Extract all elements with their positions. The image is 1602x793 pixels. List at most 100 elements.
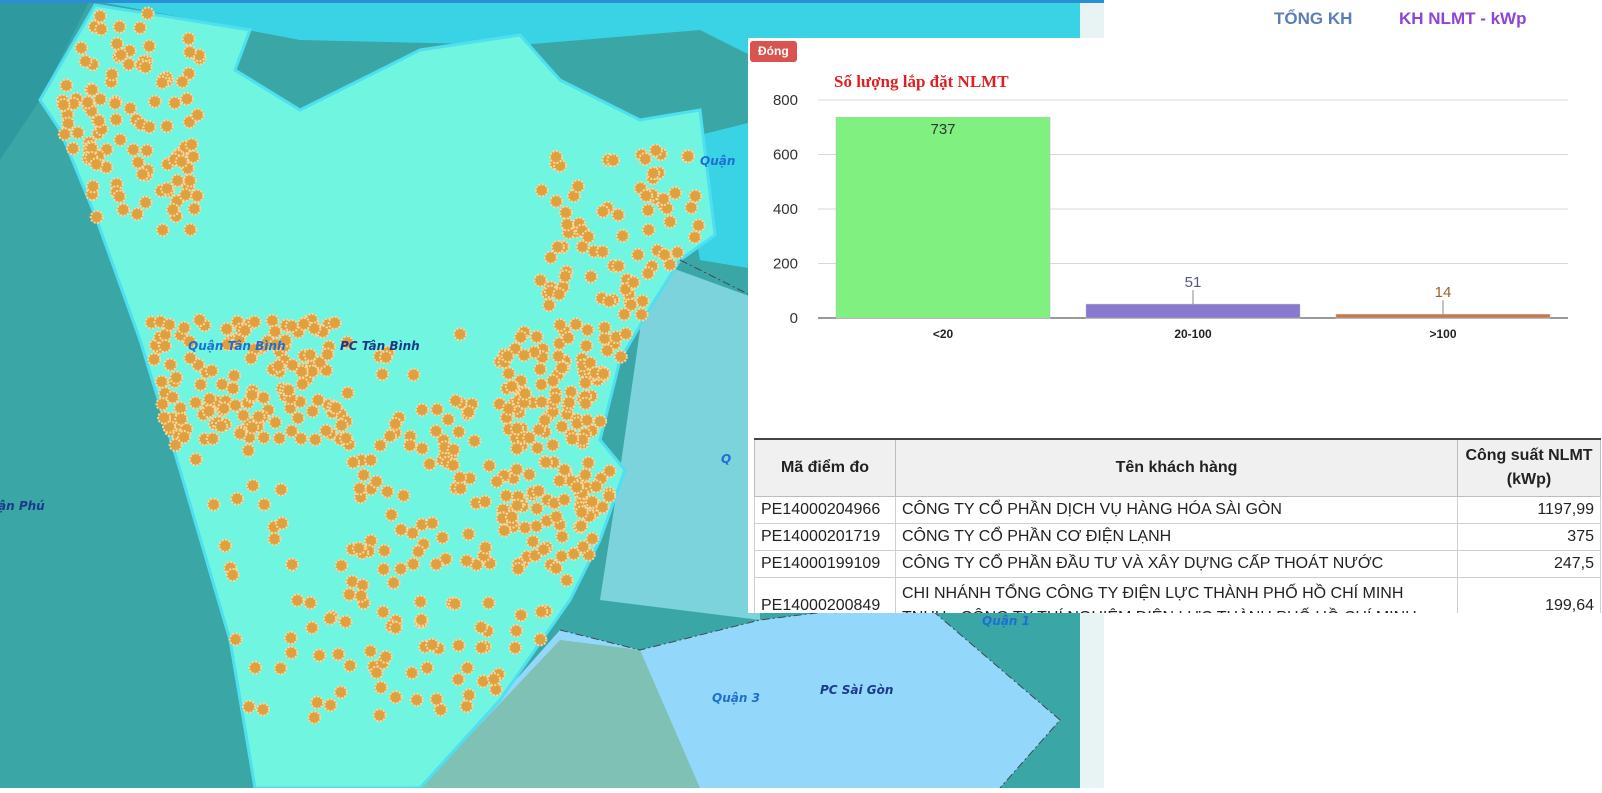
solar-marker-icon[interactable]: [157, 410, 172, 425]
solar-marker-icon[interactable]: [112, 189, 127, 204]
solar-marker-icon[interactable]: [109, 112, 124, 127]
solar-marker-icon[interactable]: [327, 315, 342, 330]
solar-marker-icon[interactable]: [522, 467, 537, 482]
solar-marker-icon[interactable]: [634, 307, 649, 322]
solar-marker-icon[interactable]: [308, 432, 323, 447]
solar-marker-icon[interactable]: [657, 247, 672, 262]
solar-marker-icon[interactable]: [514, 608, 528, 623]
solar-marker-icon[interactable]: [406, 367, 421, 382]
solar-marker-icon[interactable]: [274, 482, 289, 497]
solar-marker-icon[interactable]: [425, 516, 440, 531]
solar-marker-icon[interactable]: [70, 125, 85, 140]
solar-marker-icon[interactable]: [323, 611, 337, 626]
solar-marker-icon[interactable]: [284, 645, 299, 660]
solar-marker-icon[interactable]: [331, 647, 346, 662]
solar-marker-icon[interactable]: [561, 330, 576, 345]
bar-20-100[interactable]: [1085, 303, 1301, 319]
solar-marker-icon[interactable]: [190, 188, 205, 203]
solar-marker-icon[interactable]: [534, 395, 549, 409]
solar-marker-icon[interactable]: [600, 343, 615, 358]
solar-marker-icon[interactable]: [478, 540, 493, 555]
solar-marker-icon[interactable]: [550, 240, 565, 254]
solar-marker-icon[interactable]: [411, 544, 426, 559]
solar-marker-icon[interactable]: [522, 430, 537, 445]
solar-marker-icon[interactable]: [177, 430, 191, 444]
solar-marker-icon[interactable]: [162, 317, 177, 332]
solar-marker-icon[interactable]: [190, 107, 205, 122]
solar-marker-icon[interactable]: [688, 189, 703, 203]
solar-marker-icon[interactable]: [340, 386, 355, 400]
solar-marker-icon[interactable]: [546, 373, 560, 388]
solar-marker-icon[interactable]: [244, 351, 259, 366]
solar-marker-icon[interactable]: [453, 481, 468, 496]
solar-marker-icon[interactable]: [155, 223, 170, 237]
solar-marker-icon[interactable]: [159, 119, 174, 134]
solar-marker-icon[interactable]: [557, 492, 572, 507]
header-ma-diem-do[interactable]: Mã điểm đo: [754, 438, 896, 497]
solar-marker-icon[interactable]: [641, 266, 656, 281]
solar-marker-icon[interactable]: [394, 522, 408, 537]
solar-marker-icon[interactable]: [155, 75, 170, 90]
solar-marker-icon[interactable]: [219, 322, 234, 336]
solar-marker-icon[interactable]: [529, 519, 544, 534]
solar-marker-icon[interactable]: [378, 649, 393, 664]
solar-marker-icon[interactable]: [275, 516, 289, 531]
solar-marker-icon[interactable]: [245, 388, 259, 403]
solar-marker-icon[interactable]: [639, 188, 654, 203]
solar-marker-icon[interactable]: [429, 692, 444, 707]
solar-marker-icon[interactable]: [663, 214, 678, 229]
solar-marker-icon[interactable]: [504, 509, 519, 524]
solar-marker-icon[interactable]: [121, 57, 136, 72]
solar-marker-icon[interactable]: [453, 470, 467, 485]
solar-marker-icon[interactable]: [611, 207, 626, 222]
solar-marker-icon[interactable]: [638, 152, 653, 166]
solar-marker-icon[interactable]: [467, 434, 482, 448]
solar-marker-icon[interactable]: [549, 150, 564, 164]
solar-marker-icon[interactable]: [578, 375, 593, 390]
solar-marker-icon[interactable]: [530, 441, 545, 455]
solar-marker-icon[interactable]: [123, 101, 138, 116]
solar-marker-icon[interactable]: [388, 416, 403, 431]
solar-marker-icon[interactable]: [160, 181, 175, 196]
solar-marker-icon[interactable]: [284, 319, 299, 334]
solar-marker-icon[interactable]: [342, 587, 357, 602]
solar-marker-icon[interactable]: [165, 390, 180, 405]
solar-marker-icon[interactable]: [552, 287, 567, 302]
solar-marker-icon[interactable]: [183, 351, 198, 366]
solar-marker-icon[interactable]: [158, 339, 172, 353]
solar-marker-icon[interactable]: [631, 247, 645, 262]
solar-marker-icon[interactable]: [478, 494, 493, 509]
solar-marker-icon[interactable]: [565, 432, 580, 447]
solar-marker-icon[interactable]: [181, 31, 196, 46]
solar-marker-icon[interactable]: [305, 620, 320, 635]
solar-marker-icon[interactable]: [94, 22, 109, 37]
solar-marker-icon[interactable]: [256, 390, 271, 405]
solar-marker-icon[interactable]: [509, 623, 524, 638]
solar-marker-icon[interactable]: [549, 561, 564, 576]
solar-marker-icon[interactable]: [691, 218, 706, 233]
solar-marker-icon[interactable]: [112, 19, 127, 34]
solar-marker-icon[interactable]: [236, 408, 251, 423]
solar-marker-icon[interactable]: [320, 347, 335, 362]
solar-marker-icon[interactable]: [615, 228, 630, 243]
solar-marker-icon[interactable]: [206, 497, 221, 512]
solar-marker-icon[interactable]: [499, 488, 514, 503]
solar-marker-icon[interactable]: [459, 699, 474, 714]
solar-marker-icon[interactable]: [559, 573, 574, 588]
solar-marker-icon[interactable]: [585, 494, 600, 509]
solar-marker-icon[interactable]: [517, 348, 532, 363]
solar-marker-icon[interactable]: [202, 391, 217, 406]
solar-marker-icon[interactable]: [135, 167, 150, 182]
solar-marker-icon[interactable]: [611, 259, 626, 274]
solar-marker-icon[interactable]: [668, 186, 683, 201]
solar-marker-icon[interactable]: [138, 60, 153, 75]
solar-marker-icon[interactable]: [110, 36, 124, 51]
solar-marker-icon[interactable]: [554, 360, 569, 375]
solar-marker-icon[interactable]: [273, 661, 288, 676]
solar-marker-icon[interactable]: [641, 222, 656, 237]
solar-marker-icon[interactable]: [319, 423, 333, 438]
solar-marker-icon[interactable]: [228, 398, 243, 413]
solar-marker-icon[interactable]: [537, 413, 552, 428]
solar-marker-icon[interactable]: [518, 520, 533, 535]
solar-marker-icon[interactable]: [433, 702, 448, 717]
